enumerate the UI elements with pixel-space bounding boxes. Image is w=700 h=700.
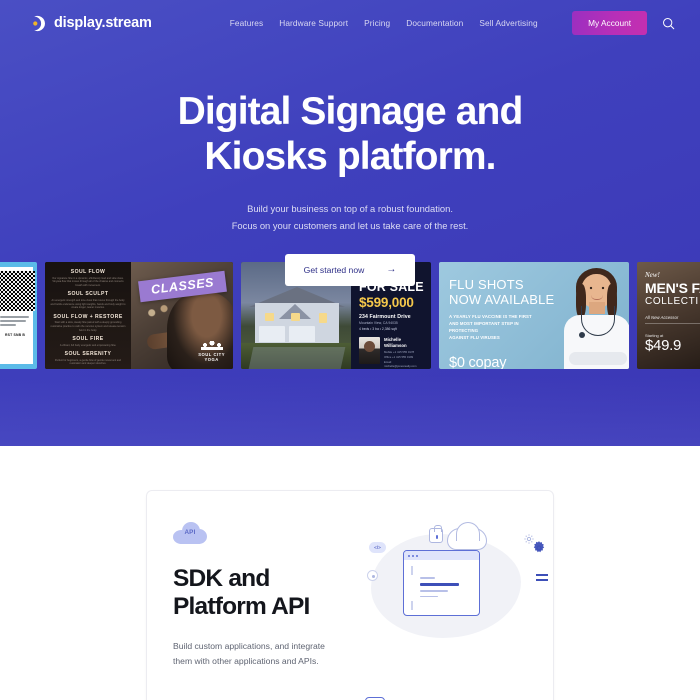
house-garage-door: [259, 326, 285, 342]
list-item: SOUL FIRE A vibrant, full body energetic…: [50, 336, 126, 347]
soul-city-yoga-logo: SOUL CITY YOGA: [198, 340, 225, 363]
gear-small-icon: [524, 534, 534, 544]
agent-detail-2: Office +1 415 555 0199: [384, 355, 414, 359]
logo-text: display.stream: [54, 15, 152, 31]
qr-caption: [0, 316, 30, 328]
agent-name-line-2: Williamson: [384, 343, 407, 349]
doctor-arms: [569, 352, 627, 365]
hero-subtitle-line-1: Build your business on top of a robust f…: [247, 203, 453, 215]
doctor-eyes: [588, 286, 606, 294]
flu-body-line-3: AGAINST FLU VIRUSES: [449, 334, 500, 340]
divider: [645, 322, 700, 324]
lock-icon: [429, 525, 443, 543]
cloud-icon: [447, 522, 487, 550]
sdk-section: API SDK and Platform API Build custom ap…: [0, 446, 700, 700]
hero-section: display.stream Features Hardware Support…: [0, 0, 700, 446]
stethoscope-bell-icon: [579, 332, 585, 338]
logo[interactable]: display.stream: [30, 15, 152, 32]
yoga-class-title: SOUL SERENITY: [64, 351, 112, 358]
house-window: [265, 313, 274, 321]
nav-link-documentation[interactable]: Documentation: [406, 18, 463, 28]
nav-link-pricing[interactable]: Pricing: [364, 18, 390, 28]
search-icon[interactable]: [660, 15, 676, 31]
house-window: [319, 313, 327, 323]
api-cloud-icon: API: [173, 522, 207, 544]
hero-subtitle-line-2: Focus on your customers and let us take …: [231, 219, 469, 231]
qr-code-label: RST SNB B: [4, 333, 26, 337]
api-badge-label: API: [184, 529, 196, 536]
sdk-feature-card: API SDK and Platform API Build custom ap…: [146, 490, 554, 700]
list-item: SOUL SCULPT An energetic strength and to…: [50, 291, 126, 309]
crescent-logo-icon: [30, 15, 47, 32]
sdk-description: Build custom applications, and integrate…: [173, 639, 341, 669]
get-started-label: Get started now: [303, 264, 365, 275]
yoga-class-desc: Perfect for beginners, a gentle flow of …: [54, 358, 122, 366]
mens-tagline: All New Accessor: [645, 314, 679, 320]
gear-tiny-icon: [367, 570, 378, 581]
sdk-title-line-1: SDK and Platform: [173, 565, 270, 620]
sdk-title-line-2: API: [271, 592, 310, 620]
avatar: [359, 337, 380, 365]
mens-price: $49.9: [645, 337, 682, 355]
page-title: Digital Signage and Kiosks platform.: [0, 89, 700, 179]
code-tag-icon: </>: [369, 542, 386, 553]
sdk-description-line-1: Build custom applications, and integrate: [173, 640, 325, 651]
window-titlebar: [404, 551, 479, 560]
flu-headline-line-2: NOW AVAILABLE: [449, 292, 555, 308]
sdk-description-line-2: them with other applications and APIs.: [173, 655, 319, 666]
yoga-class-title: SOUL SCULPT: [67, 291, 109, 298]
yoga-class-desc: A vibrant, full body energetic and empow…: [59, 343, 117, 347]
yoga-class-desc: Start with a slow, steady flow paired wi…: [50, 321, 126, 332]
sdk-title: SDK and Platform API: [173, 565, 348, 621]
sdk-copy: API SDK and Platform API Build custom ap…: [173, 522, 363, 700]
flu-copay: $0 copay: [449, 354, 507, 369]
listing-city: Mountain View, CA 94035: [359, 321, 398, 326]
house-driveway: [248, 347, 346, 369]
flu-body-line-2: AND MOST IMPORTANT STEP IN PROTECTING: [449, 320, 519, 333]
hero-title-line-1: Digital Signage and: [177, 90, 524, 133]
nav-link-hardware-support[interactable]: Hardware Support: [279, 18, 348, 28]
my-account-button[interactable]: My Account: [572, 11, 647, 35]
yoga-class-desc: An energetic strength and tone class tha…: [50, 298, 126, 310]
listing-specs: 4 beds • 3 ba • 2,386 sqft: [359, 327, 397, 332]
listing-address: 234 Fairmount Drive: [359, 313, 411, 320]
listing-agent: Michelle Williamson Mobile +1 415 555 01…: [359, 337, 424, 368]
flu-body-line-1: A YEARLY FLU VACCINE IS THE FIRST: [449, 313, 532, 319]
arrow-right-icon: →: [386, 263, 397, 275]
nav-link-features[interactable]: Features: [230, 18, 264, 28]
brand-line-2: YOGA: [204, 357, 219, 363]
listing-price: $599,000: [359, 294, 414, 310]
navbar: display.stream Features Hardware Support…: [0, 0, 700, 46]
mens-headline-line-2: COLLECTI: [645, 295, 699, 307]
house-garage-door: [289, 326, 315, 342]
hero-subtitle: Build your business on top of a robust f…: [0, 201, 700, 233]
yoga-class-title: SOUL FLOW + RESTORE: [53, 313, 123, 320]
yoga-class-title: SOUL FIRE: [72, 336, 104, 343]
hero-title-line-2: Kiosks platform.: [204, 135, 496, 179]
code-window-icon: [403, 550, 480, 616]
nav-link-sell-advertising[interactable]: Sell Advertising: [479, 18, 537, 28]
get-started-button[interactable]: Get started now →: [284, 253, 416, 286]
list-item: SOUL FLOW + RESTORE Start with a slow, s…: [50, 314, 126, 332]
house-window: [291, 313, 300, 321]
equals-icon: [536, 574, 548, 581]
list-item: SOUL SERENITY Perfect for beginners, a g…: [50, 351, 126, 366]
city-skyline-icon: [200, 340, 223, 350]
sdk-illustration: </> API { }: [363, 522, 553, 700]
nav-links: Features Hardware Support Pricing Docume…: [230, 18, 538, 28]
agent-detail-3: Email: michelle@jonesrealty.com: [384, 360, 417, 369]
hero-copy: Digital Signage and Kiosks platform. Bui…: [0, 46, 700, 286]
navbar-actions: My Account: [572, 11, 676, 35]
window-code-lines: [404, 560, 479, 611]
mens-starting-label: Starting at: [645, 333, 664, 339]
agent-detail-1: Mobile +1 415 555 0178: [384, 349, 415, 354]
